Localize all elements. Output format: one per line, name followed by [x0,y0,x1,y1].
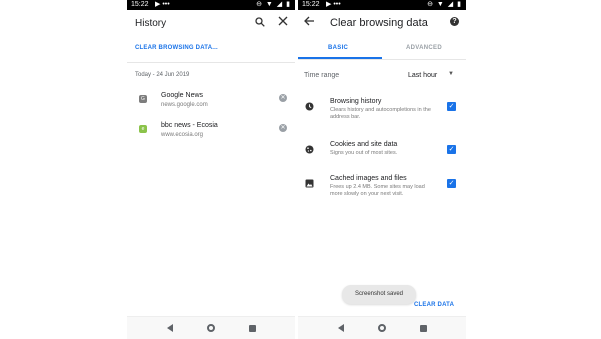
notification-icons: ▶ ••• [326,1,341,8]
ecosia-favicon-icon: e [139,125,147,133]
option-description: Clears history and autocompletions in th… [330,107,431,120]
android-nav-bar [127,316,295,339]
notification-icons: ▶ ••• [155,1,170,8]
clock-icon [305,102,314,111]
cookies-checkbox[interactable]: ✓ [447,145,456,154]
divider [127,62,295,63]
cached-images-checkbox[interactable]: ✓ [447,179,456,188]
clear-data-button[interactable]: CLEAR DATA [414,302,454,308]
dropdown-caret-icon[interactable]: ▼ [448,71,454,77]
browsing-history-checkbox[interactable]: ✓ [447,102,456,111]
search-icon[interactable] [255,17,265,30]
history-item-url: www.ecosia.org [161,132,204,138]
toast-message: Screenshot saved [342,285,416,304]
history-item-url: news.google.com [161,102,208,108]
back-nav-icon[interactable] [166,324,173,332]
tab-basic[interactable]: BASIC [328,45,348,51]
home-nav-icon[interactable] [377,324,386,332]
status-time: 15:22 [131,1,149,8]
remove-item-icon[interactable]: ✕ [279,124,287,132]
option-description: Frees up 2.4 MB. Some sites may load mor… [330,184,425,197]
option-title: Cached images and files [330,175,407,182]
system-icons: ⊖ ▼ ◢ ▮ [256,1,291,8]
clear-browsing-data-link[interactable]: CLEAR BROWSING DATA... [135,45,218,51]
image-icon [305,179,314,188]
status-bar: 15:22 ▶ ••• ⊖ ▼ ◢ ▮ [298,0,466,10]
time-range-select[interactable]: Last hour [408,72,437,79]
status-bar: 15:22 ▶ ••• ⊖ ▼ ◢ ▮ [127,0,295,10]
google-news-favicon-icon: G [139,95,147,103]
history-item[interactable]: G Google News news.google.com ✕ [127,90,295,116]
tab-advanced[interactable]: ADVANCED [406,45,442,51]
time-range-label: Time range [304,72,340,79]
divider [298,59,466,60]
help-icon[interactable]: ? [450,17,459,26]
recents-nav-icon[interactable] [248,324,256,332]
history-item[interactable]: e bbc news - Ecosia www.ecosia.org ✕ [127,120,295,146]
close-icon[interactable] [278,16,288,29]
android-nav-bar [298,316,466,339]
back-nav-icon[interactable] [337,324,344,332]
status-time: 15:22 [302,1,320,8]
history-item-title: bbc news - Ecosia [161,122,218,129]
back-arrow-icon[interactable] [304,16,315,29]
history-screen: 15:22 ▶ ••• ⊖ ▼ ◢ ▮ History CLEAR BROWSI… [127,0,295,339]
option-description: Signs you out of most sites. [330,150,398,156]
system-icons: ⊖ ▼ ◢ ▮ [427,1,462,8]
history-item-title: Google News [161,92,204,99]
home-nav-icon[interactable] [206,324,215,332]
page-title: History [135,18,167,29]
option-title: Browsing history [330,98,382,105]
date-header: Today - 24 Jun 2019 [135,72,190,78]
page-title: Clear browsing data [330,17,428,29]
recents-nav-icon[interactable] [419,324,427,332]
remove-item-icon[interactable]: ✕ [279,94,287,102]
clear-browsing-data-screen: 15:22 ▶ ••• ⊖ ▼ ◢ ▮ Clear browsing data … [298,0,466,339]
option-title: Cookies and site data [330,141,398,148]
cookie-icon [305,145,314,154]
